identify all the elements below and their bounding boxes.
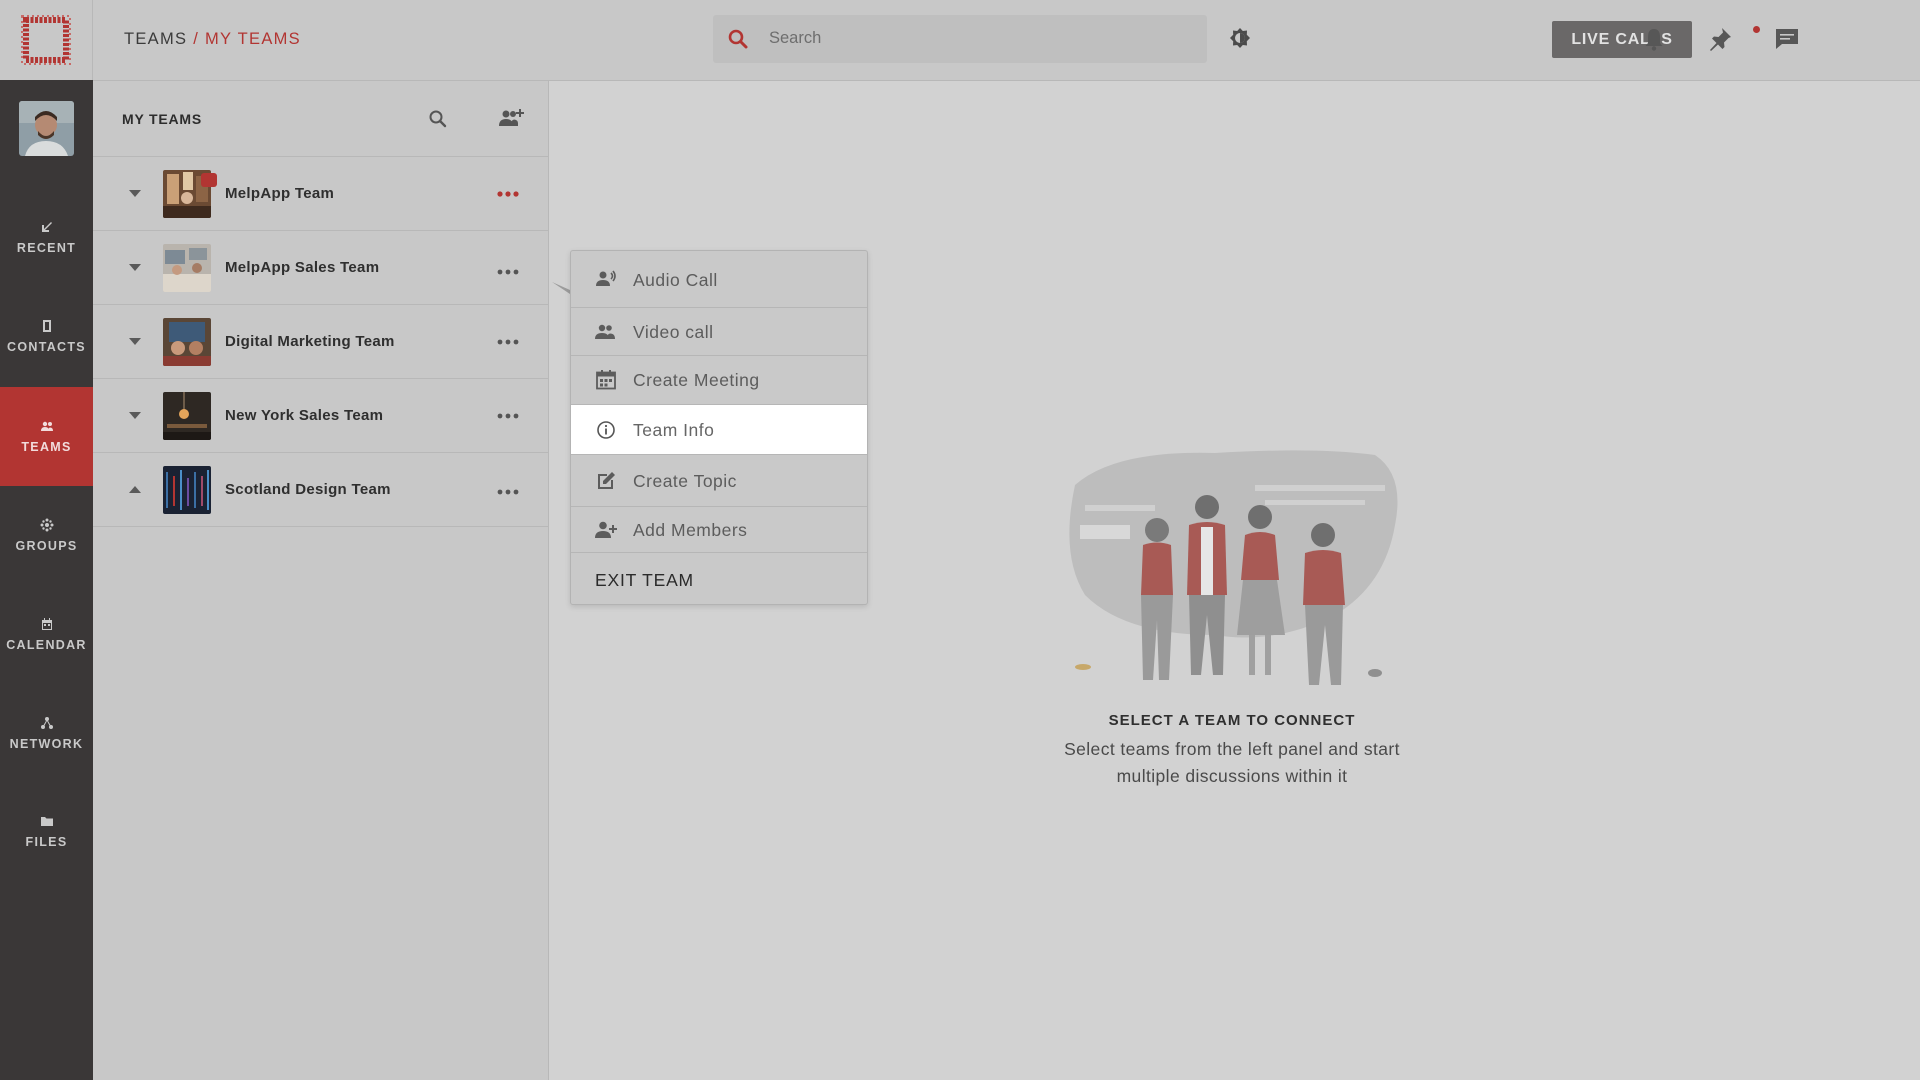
menu-item-label: Add Members: [633, 520, 748, 540]
more-options-icon[interactable]: [496, 268, 520, 276]
menu-item-label: Video call: [633, 322, 714, 342]
empty-state-line-1: Select teams from the left panel and sta…: [1064, 739, 1400, 759]
add-team-icon[interactable]: [497, 107, 525, 131]
team-avatar: [163, 466, 211, 514]
left-nav-rail: RECENT CONTACTS TEAMS GROUPS CALENDAR NE…: [0, 0, 93, 1080]
menu-item-add-members[interactable]: Add Members: [571, 507, 867, 553]
team-row[interactable]: MelpApp Sales Team: [93, 231, 549, 305]
search-icon: [728, 29, 748, 49]
team-name: MelpApp Team: [225, 185, 335, 202]
nav-label: CALENDAR: [6, 638, 87, 652]
nav-label: CONTACTS: [7, 340, 86, 354]
chevron-down-icon[interactable]: [129, 264, 141, 272]
nav-recent[interactable]: RECENT: [0, 188, 93, 287]
nav-groups[interactable]: GROUPS: [0, 486, 93, 585]
menu-item-label: Audio Call: [633, 270, 718, 290]
menu-item-exit-team[interactable]: EXIT TEAM: [571, 553, 867, 604]
edit-note-icon: [598, 472, 615, 489]
teams-list: MelpApp Team MelpApp Sales Team Digital …: [93, 157, 549, 527]
calendar-icon: [596, 370, 616, 390]
menu-item-create-meeting[interactable]: Create Meeting: [571, 356, 867, 405]
team-row[interactable]: Scotland Design Team: [93, 453, 549, 527]
team-name: Scotland Design Team: [225, 481, 391, 498]
global-search[interactable]: Search: [713, 15, 1207, 63]
menu-item-label: EXIT TEAM: [595, 570, 694, 590]
nav-label: FILES: [25, 835, 68, 849]
owner-badge: [201, 173, 217, 187]
user-avatar[interactable]: [19, 101, 74, 156]
panel-header: MY TEAMS: [93, 81, 549, 157]
team-row[interactable]: MelpApp Team: [93, 157, 549, 231]
team-row[interactable]: Digital Marketing Team: [93, 305, 549, 379]
breadcrumb-current: MY TEAMS: [205, 30, 301, 48]
search-input[interactable]: Search: [769, 29, 821, 48]
team-name: MelpApp Sales Team: [225, 259, 380, 276]
nav-calendar[interactable]: CALENDAR: [0, 585, 93, 684]
arrow-down-left-icon: [41, 222, 52, 232]
chevron-down-icon[interactable]: [129, 338, 141, 346]
top-bar: TEAMS / MY TEAMS Search LIVE CALLS: [93, 0, 1920, 81]
bell-icon[interactable]: [1641, 26, 1667, 52]
melp-logo-icon: [21, 15, 71, 65]
chat-icon[interactable]: [1774, 26, 1800, 52]
video-call-icon: [595, 324, 615, 339]
live-calls-button[interactable]: LIVE CALLS: [1552, 21, 1692, 58]
nav-files[interactable]: FILES: [0, 782, 93, 881]
nav-label: TEAMS: [21, 440, 72, 454]
nav-label: GROUPS: [15, 539, 78, 553]
notification-dot: [1753, 26, 1760, 33]
team-row[interactable]: New York Sales Team: [93, 379, 549, 453]
team-avatar: [163, 318, 211, 366]
search-icon[interactable]: [427, 108, 449, 130]
nav-label: RECENT: [16, 241, 77, 255]
people-icon: [40, 421, 53, 431]
team-name: New York Sales Team: [225, 407, 384, 424]
menu-item-label: Create Topic: [633, 471, 737, 491]
team-name: Digital Marketing Team: [225, 333, 395, 350]
breadcrumb-separator: /: [187, 30, 205, 48]
chevron-up-icon[interactable]: [129, 486, 141, 494]
empty-state-description: Select teams from the left panel and sta…: [1000, 736, 1464, 790]
menu-item-label: Team Info: [633, 420, 715, 440]
team-illustration: [1069, 450, 1398, 685]
panel-title: MY TEAMS: [122, 111, 203, 127]
nav-network[interactable]: NETWORK: [0, 684, 93, 783]
breadcrumb: TEAMS / MY TEAMS: [124, 30, 301, 49]
info-icon: [597, 421, 615, 439]
menu-item-create-topic[interactable]: Create Topic: [571, 455, 867, 507]
network-icon: [40, 717, 53, 729]
menu-item-audio-call[interactable]: Audio Call: [571, 251, 867, 308]
pin-icon[interactable]: [1707, 26, 1733, 52]
folder-icon: [40, 817, 53, 826]
more-options-icon[interactable]: [496, 190, 520, 198]
more-options-icon[interactable]: [496, 412, 520, 420]
contact-book-icon: [42, 320, 51, 332]
chevron-down-icon[interactable]: [129, 190, 141, 198]
groups-icon: [40, 518, 53, 532]
team-avatar: [163, 244, 211, 292]
menu-item-team-info[interactable]: Team Info: [571, 405, 867, 455]
team-context-menu: Audio Call Video call Create Meeting Tea…: [570, 250, 868, 605]
empty-state-line-2: multiple discussions within it: [1116, 766, 1348, 786]
breadcrumb-root[interactable]: TEAMS: [124, 30, 187, 48]
calendar-icon: [41, 618, 52, 630]
nav-label: NETWORK: [9, 737, 84, 751]
team-avatar: [163, 392, 211, 440]
nav-contacts[interactable]: CONTACTS: [0, 287, 93, 386]
app-logo[interactable]: [0, 0, 93, 80]
menu-item-video-call[interactable]: Video call: [571, 308, 867, 356]
more-options-icon[interactable]: [496, 338, 520, 346]
add-person-icon: [595, 521, 617, 538]
teams-panel: MY TEAMS MelpApp Team MelpApp Sales Team…: [93, 81, 549, 1080]
nav-teams[interactable]: TEAMS: [0, 387, 93, 486]
menu-item-label: Create Meeting: [633, 370, 760, 390]
empty-state-title: SELECT A TEAM TO CONNECT: [1108, 712, 1356, 729]
theme-toggle-icon[interactable]: [1229, 27, 1251, 49]
audio-call-icon: [596, 270, 616, 286]
menu-pointer: [552, 282, 570, 294]
chevron-down-icon[interactable]: [129, 412, 141, 420]
more-options-icon[interactable]: [496, 488, 520, 496]
